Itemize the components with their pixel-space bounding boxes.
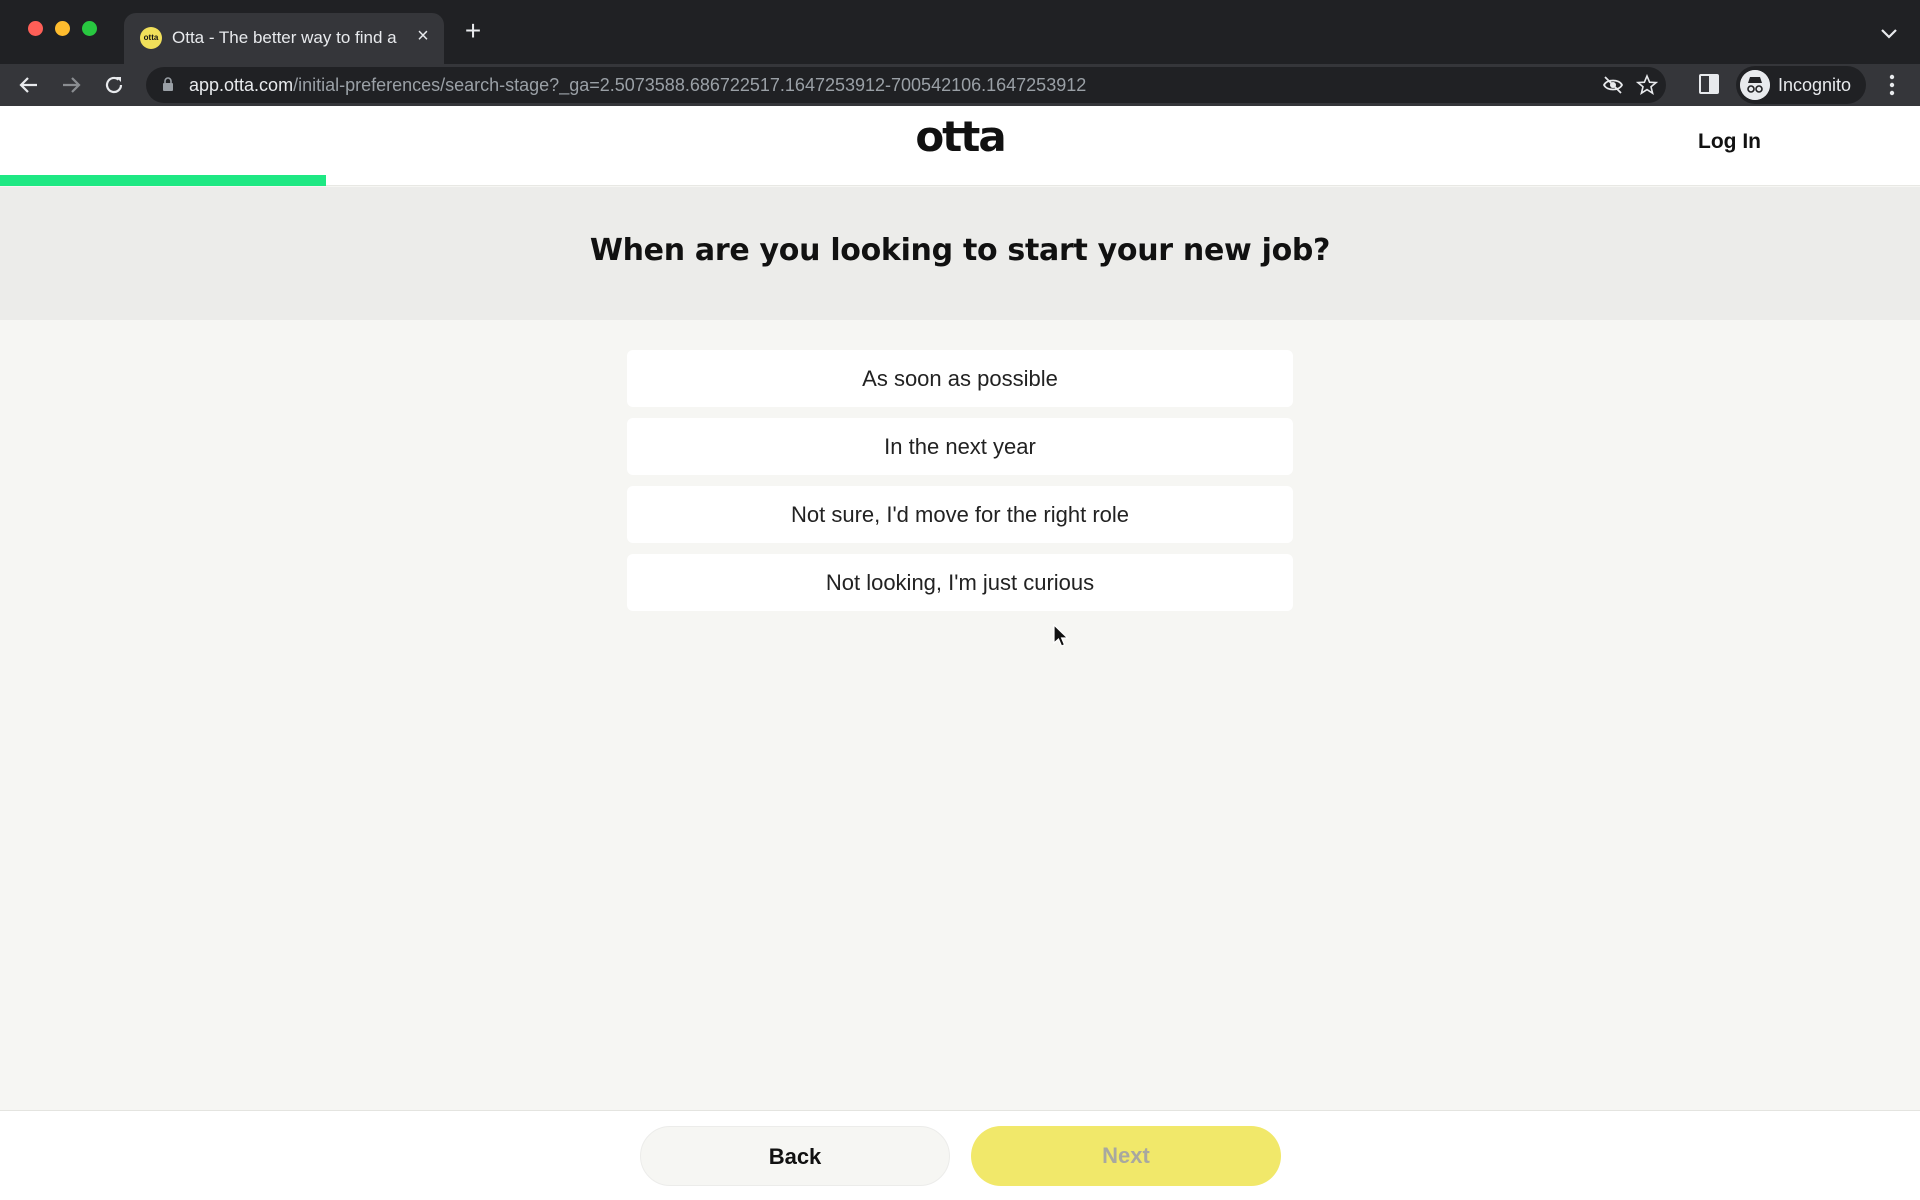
option-not-looking[interactable]: Not looking, I'm just curious (627, 554, 1293, 611)
browser-tab[interactable]: otta Otta - The better way to find a × (124, 13, 444, 64)
url-host: app.otta.com (189, 75, 294, 95)
eye-off-icon[interactable] (1602, 74, 1624, 96)
question-banner: When are you looking to start your new j… (0, 187, 1920, 320)
incognito-icon (1740, 70, 1770, 100)
browser-toolbar: app.otta.com/initial-preferences/search-… (0, 64, 1920, 106)
forward-arrow-icon[interactable] (58, 72, 84, 98)
star-icon[interactable] (1636, 74, 1658, 96)
back-arrow-icon[interactable] (16, 72, 42, 98)
maximize-window-button[interactable] (82, 21, 97, 36)
incognito-profile-button[interactable]: Incognito (1736, 66, 1866, 104)
otta-favicon-icon: otta (140, 27, 162, 49)
reload-icon[interactable] (101, 72, 127, 98)
question-title: When are you looking to start your new j… (589, 233, 1331, 268)
profile-label: Incognito (1778, 75, 1852, 95)
next-button[interactable]: Next (971, 1126, 1281, 1186)
option-as-soon-as-possible[interactable]: As soon as possible (627, 350, 1293, 407)
login-link[interactable]: Log In (1698, 130, 1761, 154)
mouse-cursor-icon (1053, 624, 1069, 647)
progress-bar-fill (0, 175, 327, 186)
answer-options: As soon as possible In the next year Not… (627, 350, 1293, 622)
option-not-sure[interactable]: Not sure, I'd move for the right role (627, 486, 1293, 543)
site-header: otta Log In (0, 106, 1920, 186)
tab-close-icon[interactable]: × (412, 25, 434, 47)
lock-icon (163, 77, 173, 91)
tab-title: Otta - The better way to find a (172, 28, 397, 47)
new-tab-icon[interactable]: + (460, 17, 486, 45)
close-window-button[interactable] (28, 21, 43, 36)
footer-nav: Back Next (0, 1110, 1920, 1200)
progress-bar (0, 175, 1920, 186)
chevron-down-icon[interactable] (1876, 22, 1902, 44)
back-button[interactable]: Back (640, 1126, 950, 1186)
side-panel-icon[interactable] (1697, 72, 1721, 96)
option-next-year[interactable]: In the next year (627, 418, 1293, 475)
url-text: app.otta.com/initial-preferences/search-… (189, 75, 1086, 96)
otta-logo[interactable]: otta (860, 112, 1060, 161)
url-path: /initial-preferences/search-stage?_ga=2.… (293, 75, 1087, 95)
browser-tab-bar: otta Otta - The better way to find a × + (0, 0, 1920, 64)
more-menu-icon[interactable] (1882, 72, 1902, 98)
minimize-window-button[interactable] (55, 21, 70, 36)
address-bar[interactable]: app.otta.com/initial-preferences/search-… (146, 67, 1666, 103)
